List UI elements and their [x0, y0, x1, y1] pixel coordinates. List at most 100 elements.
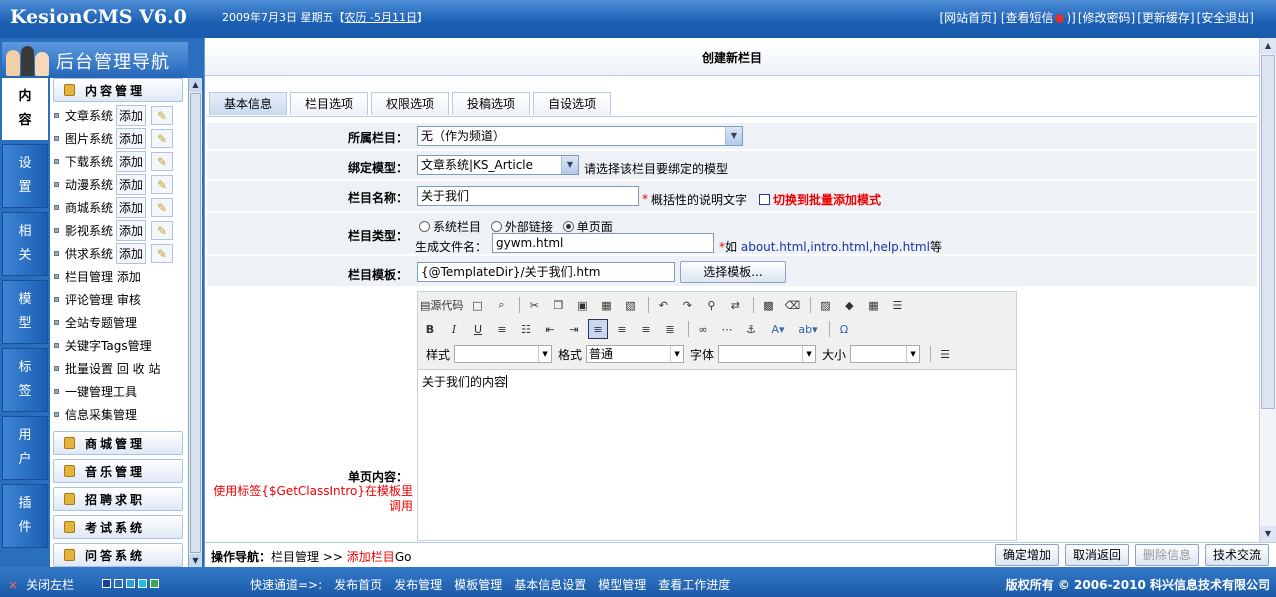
group-exam[interactable]: 考试系统 — [53, 515, 183, 539]
site-home-link[interactable]: [网站首页] — [939, 9, 996, 26]
flash-icon[interactable]: ◆ — [839, 295, 859, 315]
theme-swatch[interactable] — [114, 579, 123, 588]
scroll-thumb[interactable] — [190, 93, 201, 553]
anchor-icon[interactable]: ⚓ — [741, 319, 761, 339]
tab-custom-options[interactable]: 自设选项 — [533, 92, 612, 115]
edit-pencil-icon[interactable]: ✎ — [151, 198, 174, 217]
vtab-tags[interactable]: 标签 — [2, 348, 48, 412]
ordered-list-icon[interactable]: ≡ — [492, 319, 512, 339]
image-icon[interactable]: ▨ — [815, 295, 835, 315]
model-select[interactable]: 文章系统|KS_Article ▼ — [417, 155, 579, 175]
table-icon[interactable]: ▦ — [863, 295, 883, 315]
align-justify-icon[interactable]: ≣ — [660, 319, 680, 339]
add-movie-button[interactable]: 添加 — [116, 220, 147, 241]
outdent-icon[interactable]: ⇤ — [540, 319, 560, 339]
align-left-icon[interactable]: ≡ — [588, 319, 608, 339]
nav-item-category[interactable]: 栏目管理 添加 — [50, 265, 188, 288]
add-supply-button[interactable]: 添加 — [116, 243, 147, 264]
lunar-date-link[interactable]: 农历 -5月11日 — [345, 11, 417, 24]
find-icon[interactable]: ⚲ — [701, 295, 721, 315]
new-page-icon[interactable]: □ — [467, 295, 487, 315]
source-code-button[interactable]: ▤ 源代码 — [420, 295, 463, 315]
edit-pencil-icon[interactable]: ✎ — [151, 175, 174, 194]
theme-swatch[interactable] — [126, 579, 135, 588]
change-password-link[interactable]: [修改密码] — [1078, 9, 1135, 26]
vtab-related[interactable]: 相关 — [2, 212, 48, 276]
tab-basic-info[interactable]: 基本信息 — [209, 92, 288, 115]
theme-swatch[interactable] — [138, 579, 147, 588]
edit-pencil-icon[interactable]: ✎ — [151, 244, 174, 263]
vtab-settings[interactable]: 设置 — [2, 144, 48, 208]
bold-icon[interactable]: B — [420, 319, 440, 339]
nav-item-collect[interactable]: 信息采集管理 — [50, 403, 188, 426]
tab-category-options[interactable]: 栏目选项 — [290, 92, 369, 115]
nav-item-label[interactable]: 动漫系统 — [65, 176, 113, 193]
align-right-icon[interactable]: ≡ — [636, 319, 656, 339]
nav-item-label[interactable]: 供求系统 — [65, 245, 113, 262]
nav-item-topics[interactable]: 全站专题管理 — [50, 311, 188, 334]
toolbar-collapse-icon[interactable]: ☰ — [935, 344, 955, 364]
group-jobs[interactable]: 招聘求职 — [53, 487, 183, 511]
scroll-down-icon[interactable]: ▼ — [1260, 526, 1276, 542]
replace-icon[interactable]: ⇄ — [725, 295, 745, 315]
group-shop[interactable]: 商城管理 — [53, 431, 183, 455]
horizontal-rule-icon[interactable]: ☰ — [887, 295, 907, 315]
edit-pencil-icon[interactable]: ✎ — [151, 152, 174, 171]
add-article-button[interactable]: 添加 — [116, 105, 147, 126]
nav-item-batch[interactable]: 批量设置 回 收 站 — [50, 357, 188, 380]
choose-template-button[interactable]: 选择模板... — [680, 261, 786, 283]
vtab-plugins[interactable]: 插件 — [2, 484, 48, 548]
type-single-page-radio[interactable]: 单页面 — [562, 220, 613, 234]
crumb-category-manage[interactable]: 栏目管理 — [271, 550, 319, 564]
paste-word-icon[interactable]: ▧ — [620, 295, 640, 315]
vtab-content[interactable]: 内容 — [2, 78, 48, 140]
font-select[interactable]: ▼ — [718, 345, 817, 363]
sidebar-scrollbar[interactable]: ▲ ▼ — [188, 78, 202, 568]
special-char-icon[interactable]: Ω — [834, 319, 854, 339]
type-external-radio[interactable]: 外部链接 — [490, 220, 553, 234]
update-cache-link[interactable]: [更新缓存] — [1137, 9, 1194, 26]
group-qa[interactable]: 问答系统 — [53, 543, 183, 567]
edit-pencil-icon[interactable]: ✎ — [151, 221, 174, 240]
remove-format-icon[interactable]: ⌫ — [782, 295, 802, 315]
add-photo-button[interactable]: 添加 — [116, 128, 147, 149]
nav-item-tools[interactable]: 一键管理工具 — [50, 380, 188, 403]
group-content-management[interactable]: 内容管理 — [53, 78, 183, 102]
nav-item-label[interactable]: 影视系统 — [65, 222, 113, 239]
nav-item-tags[interactable]: 关键字Tags管理 — [50, 334, 188, 357]
name-input[interactable]: 关于我们 — [417, 186, 639, 206]
vtab-users[interactable]: 用户 — [2, 416, 48, 480]
add-download-button[interactable]: 添加 — [116, 151, 147, 172]
unordered-list-icon[interactable]: ☷ — [516, 319, 536, 339]
cancel-return-button[interactable]: 取消返回 — [1065, 544, 1129, 566]
crumb-add-category[interactable]: 添加栏目 — [347, 550, 395, 564]
style-select[interactable]: ▼ — [454, 345, 553, 363]
add-anime-button[interactable]: 添加 — [116, 174, 147, 195]
group-music[interactable]: 音乐管理 — [53, 459, 183, 483]
messages-link[interactable]: [查看短信)] — [999, 9, 1076, 26]
batch-mode-checkbox[interactable] — [759, 194, 770, 205]
nav-item-label[interactable]: 图片系统 — [65, 130, 113, 147]
undo-icon[interactable]: ↶ — [653, 295, 673, 315]
template-input[interactable]: {@TemplateDir}/关于我们.htm — [417, 262, 675, 282]
nav-item-label[interactable]: 商城系统 — [65, 199, 113, 216]
quick-link-basic-settings[interactable]: 基本信息设置 — [514, 576, 586, 593]
parent-select[interactable]: 无（作为频道） ▼ — [417, 126, 743, 146]
scroll-thumb[interactable] — [1261, 55, 1275, 409]
go-link[interactable]: Go — [395, 550, 412, 564]
align-center-icon[interactable]: ≡ — [612, 319, 632, 339]
indent-icon[interactable]: ⇥ — [564, 319, 584, 339]
italic-icon[interactable]: I — [444, 319, 464, 339]
filename-input[interactable]: gywm.html — [492, 233, 714, 253]
quick-link-publish-home[interactable]: 发布首页 — [334, 576, 382, 593]
tech-exchange-button[interactable]: 技术交流 — [1205, 544, 1269, 566]
cut-icon[interactable]: ✂ — [524, 295, 544, 315]
scroll-down-icon[interactable]: ▼ — [189, 554, 202, 568]
tab-permission-options[interactable]: 权限选项 — [371, 92, 450, 115]
editor-content-area[interactable]: 关于我们的内容 — [418, 370, 1016, 393]
logout-link[interactable]: [安全退出] — [1197, 9, 1254, 26]
text-color-icon[interactable]: A▾ — [765, 319, 791, 339]
theme-swatch[interactable] — [102, 579, 111, 588]
vtab-model[interactable]: 模型 — [2, 280, 48, 344]
quick-link-work-progress[interactable]: 查看工作进度 — [658, 576, 730, 593]
